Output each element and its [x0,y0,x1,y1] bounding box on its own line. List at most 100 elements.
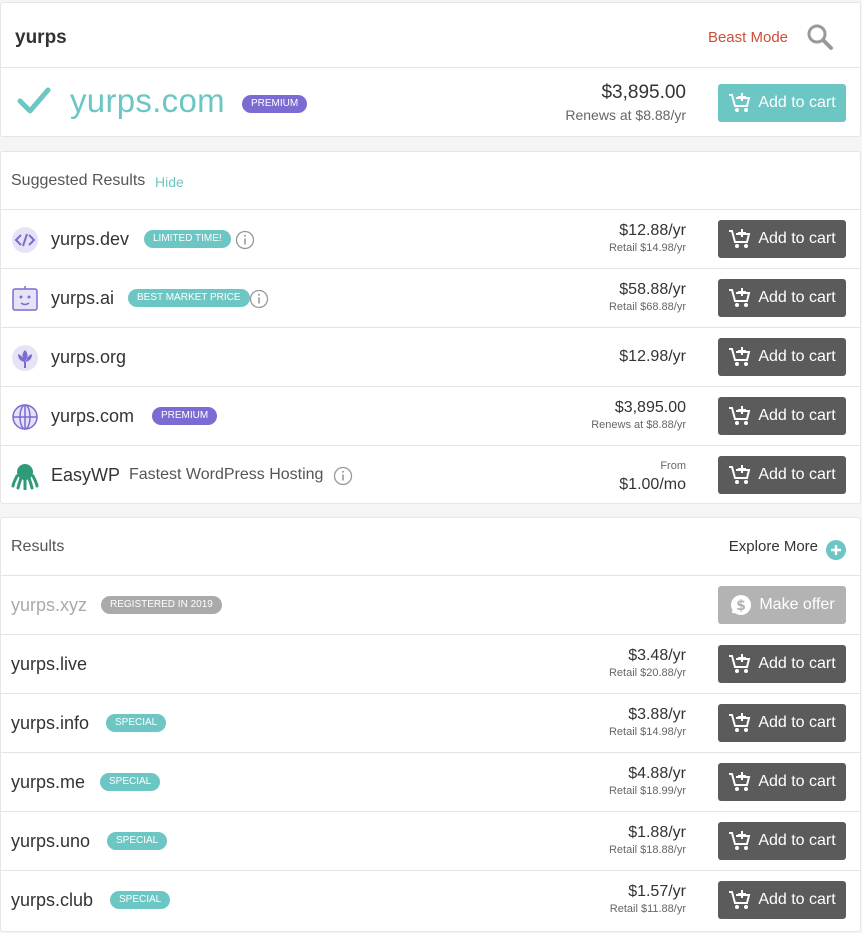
search-query[interactable]: yurps [15,27,67,49]
results-card: Results Explore More yurps.xyz REGISTERE… [0,517,861,932]
special-badge: SPECIAL [107,832,168,850]
price: $1.57/yr [628,883,686,900]
button-label: Add to cart [758,773,836,790]
add-to-cart-button[interactable]: Add to cart [718,763,846,801]
limited-time-badge: LIMITED TIME! [144,230,231,248]
button-label: Add to cart [758,230,836,247]
retail-price: Retail $14.98/yr [608,726,686,738]
cart-icon [729,347,751,366]
make-offer-button[interactable]: $ Make offer [718,586,846,624]
retail-price: Retail $20.88/yr [608,667,686,679]
price: $12.88/yr [619,222,686,239]
result-row-live: yurps.live $3.48/yr Retail $20.88/yr Add… [1,634,860,693]
cart-icon [729,654,751,673]
explore-more-link[interactable]: Explore More [729,538,818,555]
cart-icon [729,288,751,307]
org-lotus-icon [12,345,38,371]
premium-badge: PREMIUM [152,407,218,425]
result-row-uno: yurps.uno SPECIAL $1.88/yr Retail $18.88… [1,811,860,870]
cart-icon [729,890,751,909]
price: $1.88/yr [628,824,686,841]
octopus-icon [11,464,39,490]
check-icon [17,87,51,114]
add-to-cart-button[interactable]: Add to cart [718,397,846,435]
best-market-price-badge: BEST MARKET PRICE [128,289,250,307]
domain-name: yurps.org [51,347,127,367]
suggested-row-easywp: EasyWP Fastest WordPress Hosting From $1… [1,445,860,504]
info-icon[interactable] [249,289,269,309]
add-to-cart-button[interactable]: Add to cart [718,456,846,494]
cart-icon [729,713,751,732]
special-badge: SPECIAL [106,714,167,732]
domain-name: yurps.com [51,406,135,426]
retail-price: Retail $14.98/yr [608,242,686,254]
domain-name: yurps.me [11,772,86,792]
code-icon [12,227,38,253]
retail-price: Retail $11.88/yr [609,903,686,915]
cart-icon [729,465,751,484]
button-label: Add to cart [758,348,836,365]
domain-name: yurps.dev [51,229,130,249]
dollar-bubble-icon: $ [731,595,752,615]
domain-name: yurps.uno [11,831,91,851]
special-badge: SPECIAL [100,773,161,791]
hide-link[interactable]: Hide [155,174,184,190]
button-label: Add to cart [758,891,836,908]
registered-badge: REGISTERED IN 2019 [101,596,222,614]
svg-text:$: $ [736,598,746,614]
add-to-cart-button[interactable]: Add to cart [718,645,846,683]
button-label: Add to cart [758,466,836,483]
domain-name: yurps.xyz [11,595,88,615]
robot-icon [12,286,38,311]
search-card: yurps Beast Mode yurps.com PREMIUM $3,89… [0,2,861,137]
cart-icon [729,93,751,112]
add-to-cart-button[interactable]: Add to cart [718,822,846,860]
suggested-row-org: yurps.org $12.98/yr Add to cart [1,327,860,386]
suggested-results-card: Suggested Results Hide yurps.dev LIMITED… [0,151,861,504]
price: $3,895.00 [614,399,686,416]
result-row-info: yurps.info SPECIAL $3.88/yr Retail $14.9… [1,693,860,752]
premium-badge: PREMIUM [242,95,308,113]
button-label: Add to cart [758,407,836,424]
suggested-row-dev: yurps.dev LIMITED TIME! $12.88/yr Retail… [1,209,860,268]
result-row-club: yurps.club SPECIAL $1.57/yr Retail $11.8… [1,870,860,929]
hero-price: $3,895.00 [601,82,686,103]
special-badge: SPECIAL [110,891,171,909]
button-label: Make offer [759,596,835,613]
price: $3.48/yr [628,647,686,664]
price: $4.88/yr [628,765,686,782]
retail-price: Retail $68.88/yr [608,301,686,313]
add-to-cart-button[interactable]: Add to cart [718,881,846,919]
price: $3.88/yr [628,706,686,723]
result-row-me: yurps.me SPECIAL $4.88/yr Retail $18.99/… [1,752,860,811]
add-to-cart-button[interactable]: Add to cart [718,338,846,376]
search-icon[interactable] [806,23,834,51]
results-title: Results [11,538,65,555]
result-row-xyz: yurps.xyz REGISTERED IN 2019 $ Make offe… [1,575,860,634]
globe-icon [12,404,38,430]
button-label: Add to cart [758,94,836,111]
hero-domain: yurps.com [70,82,225,119]
info-icon[interactable] [333,466,353,486]
button-label: Add to cart [758,832,836,849]
hero-renew-price: Renews at $8.88/yr [565,107,686,123]
retail-price: Retail $18.88/yr [608,844,686,856]
info-icon[interactable] [235,230,255,250]
add-to-cart-button[interactable]: Add to cart [718,220,846,258]
suggested-row-com: yurps.com PREMIUM $3,895.00 Renews at $8… [1,386,860,445]
plus-circle-icon[interactable] [826,540,846,560]
suggested-row-ai: yurps.ai BEST MARKET PRICE $58.88/yr Ret… [1,268,860,327]
price: $1.00/mo [619,476,686,493]
domain-name: yurps.info [11,713,90,733]
price: $58.88/yr [619,281,686,298]
beast-mode-link[interactable]: Beast Mode [708,29,788,46]
add-to-cart-button[interactable]: Add to cart [718,279,846,317]
hero-add-to-cart-button[interactable]: Add to cart [718,84,846,122]
cart-icon [729,406,751,425]
product-name: EasyWP [51,465,121,485]
price: $12.98/yr [619,348,686,365]
button-label: Add to cart [758,655,836,672]
hero-result-row: yurps.com PREMIUM $3,895.00 Renews at $8… [1,67,860,137]
add-to-cart-button[interactable]: Add to cart [718,704,846,742]
button-label: Add to cart [758,289,836,306]
